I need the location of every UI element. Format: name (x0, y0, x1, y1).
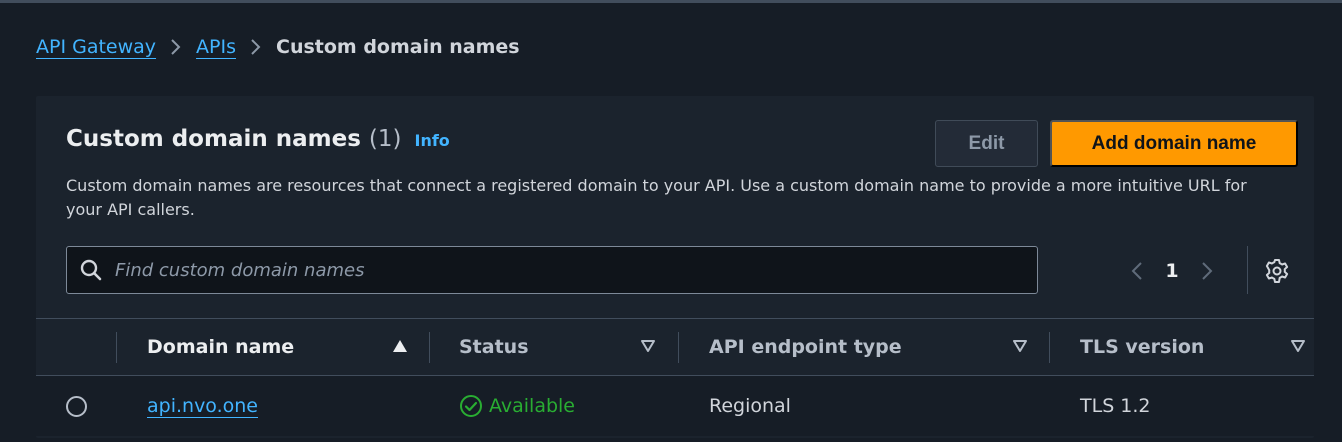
page-title: Custom domain names (66, 126, 361, 152)
panel-description: Custom domain names are resources that c… (66, 176, 1247, 219)
breadcrumb-api-gateway[interactable]: API Gateway (36, 36, 156, 58)
status-cell: Available (459, 376, 575, 436)
edit-button[interactable]: Edit (935, 120, 1038, 167)
table-row[interactable]: api.nvo.one Available Regional TLS 1.2 (36, 376, 1314, 436)
pagination: 1 (1122, 256, 1222, 286)
breadcrumb-current: Custom domain names (276, 36, 520, 58)
search-field[interactable] (66, 246, 1038, 294)
check-circle-icon (460, 395, 482, 417)
status-badge: Available (459, 394, 575, 418)
gear-icon[interactable] (1264, 258, 1290, 284)
sort-icon[interactable] (1012, 339, 1028, 353)
endpoint-type-cell: Regional (709, 395, 791, 417)
breadcrumb: API Gateway APIs Custom domain names (36, 36, 520, 58)
custom-domains-panel: Custom domain names (1) Info Edit Add do… (36, 96, 1314, 438)
sort-icon[interactable] (640, 339, 656, 353)
top-border (0, 0, 1342, 3)
add-domain-name-button[interactable]: Add domain name (1050, 120, 1298, 167)
column-header-domain-name[interactable]: Domain name (147, 319, 294, 375)
sort-icon[interactable] (1290, 339, 1306, 353)
domain-name-link[interactable]: api.nvo.one (147, 395, 258, 417)
column-header-tls-version[interactable]: TLS version (1080, 319, 1204, 375)
tls-version-cell: TLS 1.2 (1080, 395, 1151, 417)
search-input[interactable] (115, 250, 1015, 290)
column-header-status[interactable]: Status (459, 319, 529, 375)
column-separator (116, 332, 117, 363)
column-separator (678, 332, 679, 363)
chevron-right-icon (236, 38, 276, 56)
column-header-api-endpoint-type[interactable]: API endpoint type (709, 319, 902, 375)
sort-ascending-icon[interactable] (392, 339, 408, 353)
previous-page-button[interactable] (1122, 261, 1152, 281)
current-page-number[interactable]: 1 (1152, 260, 1192, 282)
item-count: (1) (368, 126, 402, 152)
row-select-radio[interactable] (66, 396, 87, 417)
chevron-right-icon (156, 38, 196, 56)
search-icon (67, 247, 115, 293)
toolbar-divider (1247, 246, 1248, 294)
status-text: Available (489, 395, 576, 417)
next-page-button[interactable] (1192, 261, 1222, 281)
panel-header: Custom domain names (1) Info (66, 126, 450, 152)
column-separator (1049, 332, 1050, 363)
info-link[interactable]: Info (414, 131, 449, 150)
breadcrumb-apis[interactable]: APIs (196, 36, 236, 58)
table-header: Domain name Status API endpoint type TLS… (36, 318, 1314, 376)
column-separator (429, 332, 430, 363)
